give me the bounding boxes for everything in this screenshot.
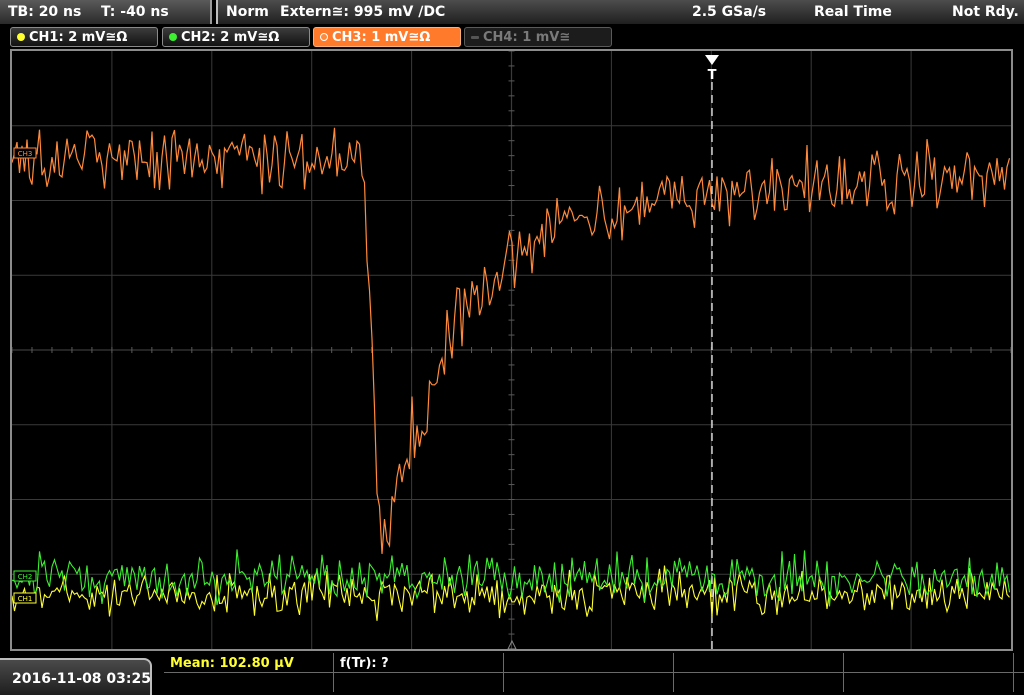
datetime-box: 2016-11-08 03:25 xyxy=(0,658,152,695)
measurement-cell-empty-4[interactable] xyxy=(164,673,334,692)
channel-tab-ch4[interactable]: CH4: 1 mV≅ xyxy=(464,27,612,47)
ready-state: Not Rdy. xyxy=(952,4,1019,20)
measurement-cell-empty-5[interactable] xyxy=(334,673,504,692)
graticule[interactable]: T CH3 CH2 CH1 xyxy=(10,49,1013,651)
channel-tab-ch3[interactable]: CH3: 1 mV≅Ω xyxy=(313,27,461,47)
ch1-reference-marker: CH1 xyxy=(13,592,37,604)
ch3-indicator-icon xyxy=(320,33,328,41)
measurement-mean: Mean: 102.80 µV xyxy=(170,656,294,671)
trigger-marker-icon xyxy=(705,55,719,65)
measurement-cell-ftr[interactable]: f(Tr): ? xyxy=(334,653,504,672)
ch4-label: CH4: 1 mV≅ xyxy=(483,30,571,45)
ch3-label: CH3: 1 mV≅Ω xyxy=(332,30,431,45)
oscilloscope-screen: TB: 20 ns T: -40 ns Norm Extern≅: 995 mV… xyxy=(0,0,1024,695)
sample-rate: 2.5 GSa/s xyxy=(692,4,767,20)
ch4-indicator-icon xyxy=(471,36,479,39)
channel-tabs: CH1: 2 mV≅Ω CH2: 2 mV≅Ω CH3: 1 mV≅Ω CH4:… xyxy=(0,26,1024,48)
channel-tab-ch2[interactable]: CH2: 2 mV≅Ω xyxy=(162,27,310,47)
trigger-source: Extern≅: 995 mV ∕DC xyxy=(280,4,446,20)
measurement-ftr: f(Tr): ? xyxy=(340,656,389,671)
measurement-cell-empty-1[interactable] xyxy=(504,653,674,672)
measurement-cell-empty-8[interactable] xyxy=(844,673,1014,692)
ch2-reference-marker: CH2 xyxy=(13,570,37,582)
timebase-label: TB: 20 ns xyxy=(8,4,82,20)
measurement-cell-mean[interactable]: Mean: 102.80 µV xyxy=(164,653,334,672)
ch1-indicator-icon xyxy=(17,33,25,41)
ch2-label: CH2: 2 mV≅Ω xyxy=(181,30,280,45)
ch1-reference-label: CH1 xyxy=(18,595,33,603)
trigger-offset-label: T: -40 ns xyxy=(101,4,169,20)
trigger-marker-label: T xyxy=(708,68,717,83)
measurement-cell-empty-7[interactable] xyxy=(674,673,844,692)
acquisition-mode: Real Time xyxy=(814,4,892,20)
datetime-label: 2016-11-08 03:25 xyxy=(12,671,151,687)
acquisition-status-bar[interactable]: Norm Extern≅: 995 mV ∕DC 2.5 GSa/s Real … xyxy=(216,0,1024,24)
ch2-indicator-icon xyxy=(169,33,177,41)
measurement-cell-empty-6[interactable] xyxy=(504,673,674,692)
timebase-box[interactable]: TB: 20 ns T: -40 ns xyxy=(0,0,212,24)
channel-tab-ch1[interactable]: CH1: 2 mV≅Ω xyxy=(10,27,158,47)
measurement-panel[interactable]: Mean: 102.80 µV f(Tr): ? xyxy=(164,651,1024,695)
measurement-cell-empty-2[interactable] xyxy=(674,653,844,672)
measurement-cell-empty-3[interactable] xyxy=(844,653,1014,672)
ch3-trace xyxy=(12,127,1011,554)
ch3-reference-label: CH3 xyxy=(18,150,33,158)
trigger-mode: Norm xyxy=(226,4,269,20)
waveform-plot: T CH3 CH2 CH1 xyxy=(12,51,1011,649)
ch2-reference-label: CH2 xyxy=(18,573,33,581)
top-status-bar: TB: 20 ns T: -40 ns Norm Extern≅: 995 mV… xyxy=(0,0,1024,24)
ch3-reference-marker: CH3 xyxy=(13,147,37,159)
bottom-bar: 2016-11-08 03:25 Mean: 102.80 µV f(Tr): … xyxy=(0,651,1024,695)
ch1-label: CH1: 2 mV≅Ω xyxy=(29,30,128,45)
